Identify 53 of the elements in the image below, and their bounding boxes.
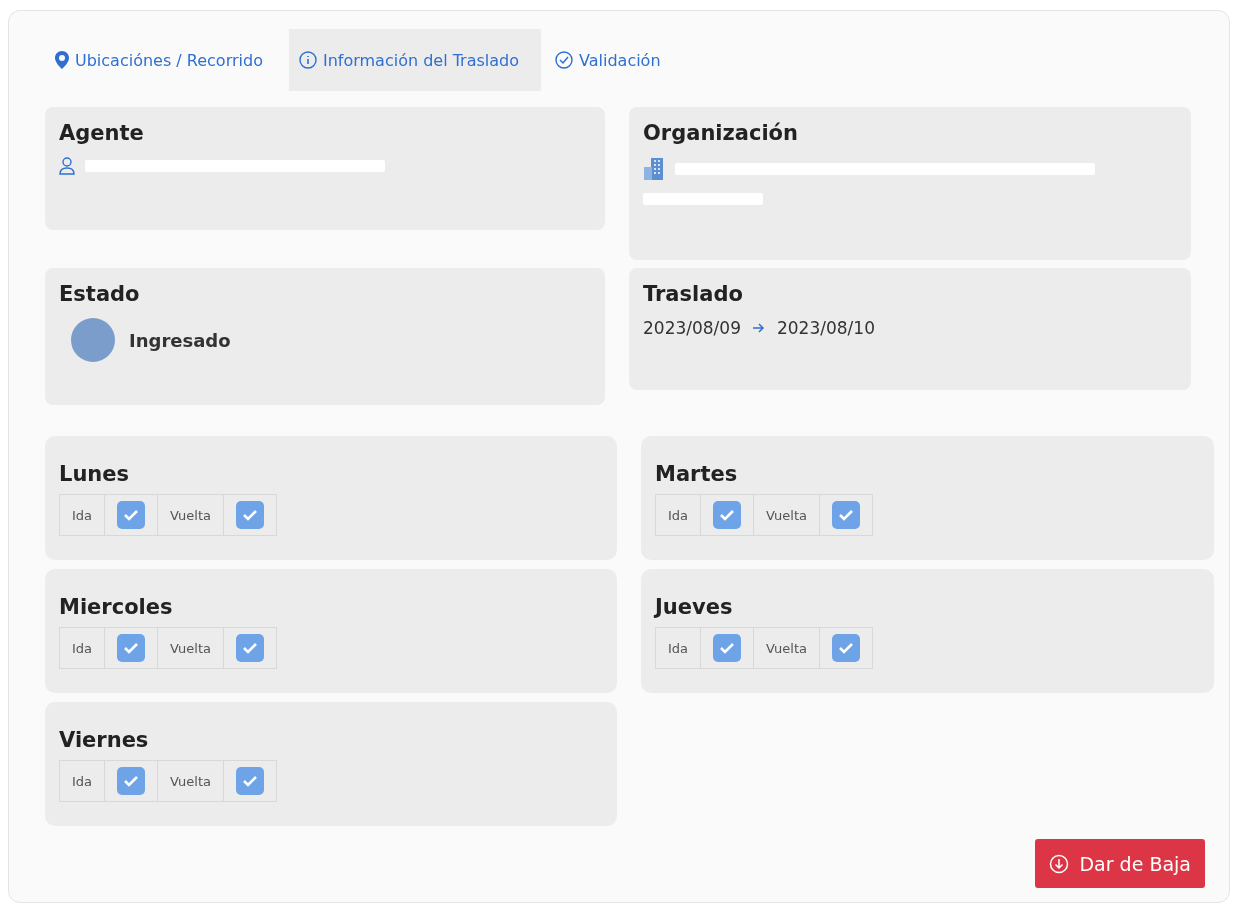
checkbox[interactable] <box>117 634 146 662</box>
info-icon <box>298 51 317 69</box>
checkbox[interactable] <box>236 767 264 795</box>
unsubscribe-button[interactable]: Dar de Baja <box>1035 839 1205 888</box>
end-date: 2023/08/10 <box>777 318 875 338</box>
check-circle-icon <box>555 51 573 69</box>
tab[interactable]: Validación <box>545 29 683 91</box>
checkmark-icon <box>123 642 140 654</box>
checkmark-icon <box>123 775 140 787</box>
checkmark-icon <box>719 642 736 654</box>
checkbox[interactable] <box>832 501 860 529</box>
checkbox-label: Ida <box>60 628 106 668</box>
status-text: Ingresado <box>129 329 231 351</box>
checkbox[interactable] <box>117 767 146 795</box>
checkbox[interactable] <box>117 501 146 529</box>
location-pin-icon <box>55 51 69 69</box>
day-name: Miercoles <box>59 595 174 619</box>
checkbox[interactable] <box>832 634 860 662</box>
checkbox-label: Vuelta <box>754 628 820 668</box>
checkbox-label: Vuelta <box>754 495 820 535</box>
checkbox[interactable] <box>713 634 742 662</box>
day-name: Jueves <box>655 595 734 619</box>
day-name: Martes <box>655 462 739 486</box>
card-title: Estado <box>59 282 141 306</box>
checkmark-icon <box>838 642 854 654</box>
tab[interactable]: Información del Traslado <box>288 29 541 91</box>
checkbox-label: Ida <box>656 495 702 535</box>
checkmark-icon <box>123 509 140 521</box>
checkmark-icon <box>242 509 258 521</box>
checkbox-label: Ida <box>60 495 106 535</box>
checkbox-label: Vuelta <box>158 761 224 801</box>
checkbox-label: Vuelta <box>158 628 224 668</box>
user-icon <box>59 157 75 175</box>
card-title: Organización <box>643 121 799 145</box>
checkmark-icon <box>242 642 258 654</box>
checkbox[interactable] <box>236 634 264 662</box>
card-title: Agente <box>59 121 145 145</box>
building-icon <box>643 157 665 181</box>
card-title: Traslado <box>643 282 744 306</box>
day-name: Viernes <box>59 728 150 752</box>
tab[interactable]: Ubicaciónes / Recorrido <box>45 29 285 91</box>
checkbox[interactable] <box>236 501 264 529</box>
checkmark-icon <box>838 509 854 521</box>
checkbox[interactable] <box>713 501 742 529</box>
checkmark-icon <box>719 509 736 521</box>
day-name: Lunes <box>59 462 131 486</box>
download-icon <box>1049 853 1070 874</box>
checkbox-label: Ida <box>656 628 702 668</box>
checkmark-icon <box>242 775 258 787</box>
checkbox-label: Vuelta <box>158 495 224 535</box>
checkbox-label: Ida <box>60 761 106 801</box>
arrow-icon <box>753 323 765 333</box>
start-date: 2023/08/09 <box>643 318 741 338</box>
